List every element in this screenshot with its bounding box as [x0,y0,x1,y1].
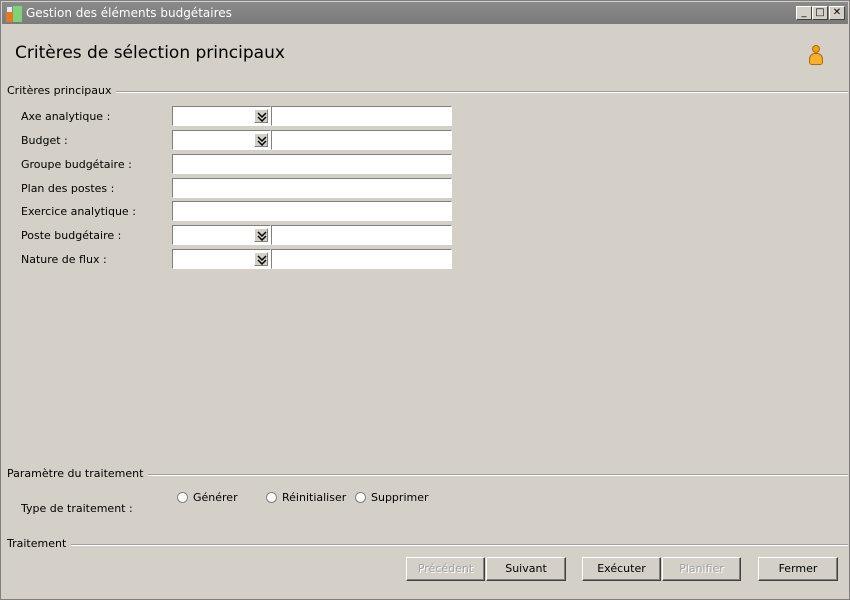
window-title: Gestion des éléments budgétaires [26,6,232,20]
section-params-label: Paramètre du traitement [7,468,149,480]
radio-circle-icon[interactable] [266,492,277,503]
budget-combo[interactable] [172,130,271,150]
radio-reinitialiser-label: Réinitialiser [282,491,347,504]
user-icon[interactable] [807,45,825,67]
app-icon [6,6,22,22]
groupe-label: Groupe budgétaire : [21,158,132,171]
section-treatment: Traitement [7,538,848,550]
axe-combo[interactable] [172,106,271,126]
page-title: Critères de sélection principaux [15,43,285,63]
previous-button[interactable]: Précédent [406,557,485,581]
minimize-button[interactable]: _ [796,6,812,20]
section-params: Paramètre du traitement [7,468,848,480]
maximize-button[interactable]: □ [812,6,828,20]
type-traitement-label: Type de traitement : [21,502,133,515]
nature-dropdown-icon[interactable] [254,252,268,266]
section-main-criteria: Critères principaux [7,85,848,97]
poste-dropdown-icon[interactable] [254,228,268,242]
section-main-label: Critères principaux [7,85,117,97]
minimize-icon: _ [801,7,807,18]
radio-generer-label: Générer [193,491,238,504]
radio-circle-icon[interactable] [177,492,188,503]
exercice-field[interactable] [172,201,452,221]
execute-button[interactable]: Exécuter [582,557,661,581]
exercice-label: Exercice analytique : [21,205,136,218]
budget-description-field[interactable] [271,130,452,150]
plan-label: Plan des postes : [21,182,115,195]
groupe-field[interactable] [172,154,452,174]
radio-circle-icon[interactable] [355,492,366,503]
title-bar: Gestion des éléments budgétaires _ □ ✕ [2,2,848,24]
axe-dropdown-icon[interactable] [254,109,268,123]
poste-label: Poste budgétaire : [21,229,122,242]
nature-description-field[interactable] [271,249,452,269]
close-button[interactable]: Fermer [758,557,838,581]
close-icon: ✕ [832,7,842,18]
budget-dropdown-icon[interactable] [254,133,268,147]
radio-supprimer-label: Supprimer [371,491,429,504]
close-window-button[interactable]: ✕ [829,6,845,20]
next-button[interactable]: Suivant [486,557,566,581]
plan-field[interactable] [172,178,452,198]
radio-generer[interactable]: Générer [177,491,247,505]
maximize-icon: □ [815,7,825,18]
main-window: Gestion des éléments budgétaires _ □ ✕ C… [0,0,850,600]
radio-reinitialiser[interactable]: Réinitialiser [266,491,346,505]
poste-combo[interactable] [172,225,271,245]
axe-description-field[interactable] [271,106,452,126]
schedule-button[interactable]: Planifier [662,557,741,581]
poste-description-field[interactable] [271,225,452,245]
axe-label: Axe analytique : [21,110,111,123]
section-treatment-label: Traitement [7,538,72,550]
nature-combo[interactable] [172,249,271,269]
radio-supprimer[interactable]: Supprimer [355,491,430,505]
nature-label: Nature de flux : [21,253,107,266]
budget-label: Budget : [21,134,68,147]
